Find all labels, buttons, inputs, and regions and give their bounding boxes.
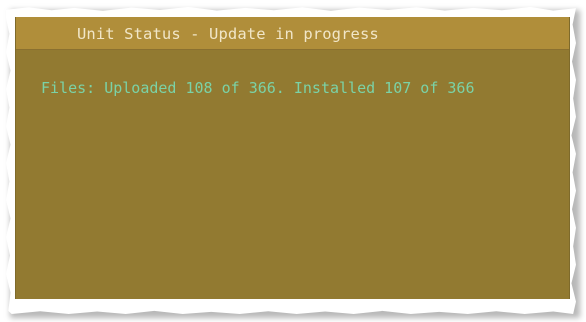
unit-status-window: Unit Status - Update in progress Files: …	[15, 17, 570, 299]
files-progress-text: Files: Uploaded 108 of 366. Installed 10…	[41, 79, 475, 97]
window-title-bar: Unit Status - Update in progress	[16, 17, 569, 50]
window-title: Unit Status - Update in progress	[77, 25, 379, 43]
